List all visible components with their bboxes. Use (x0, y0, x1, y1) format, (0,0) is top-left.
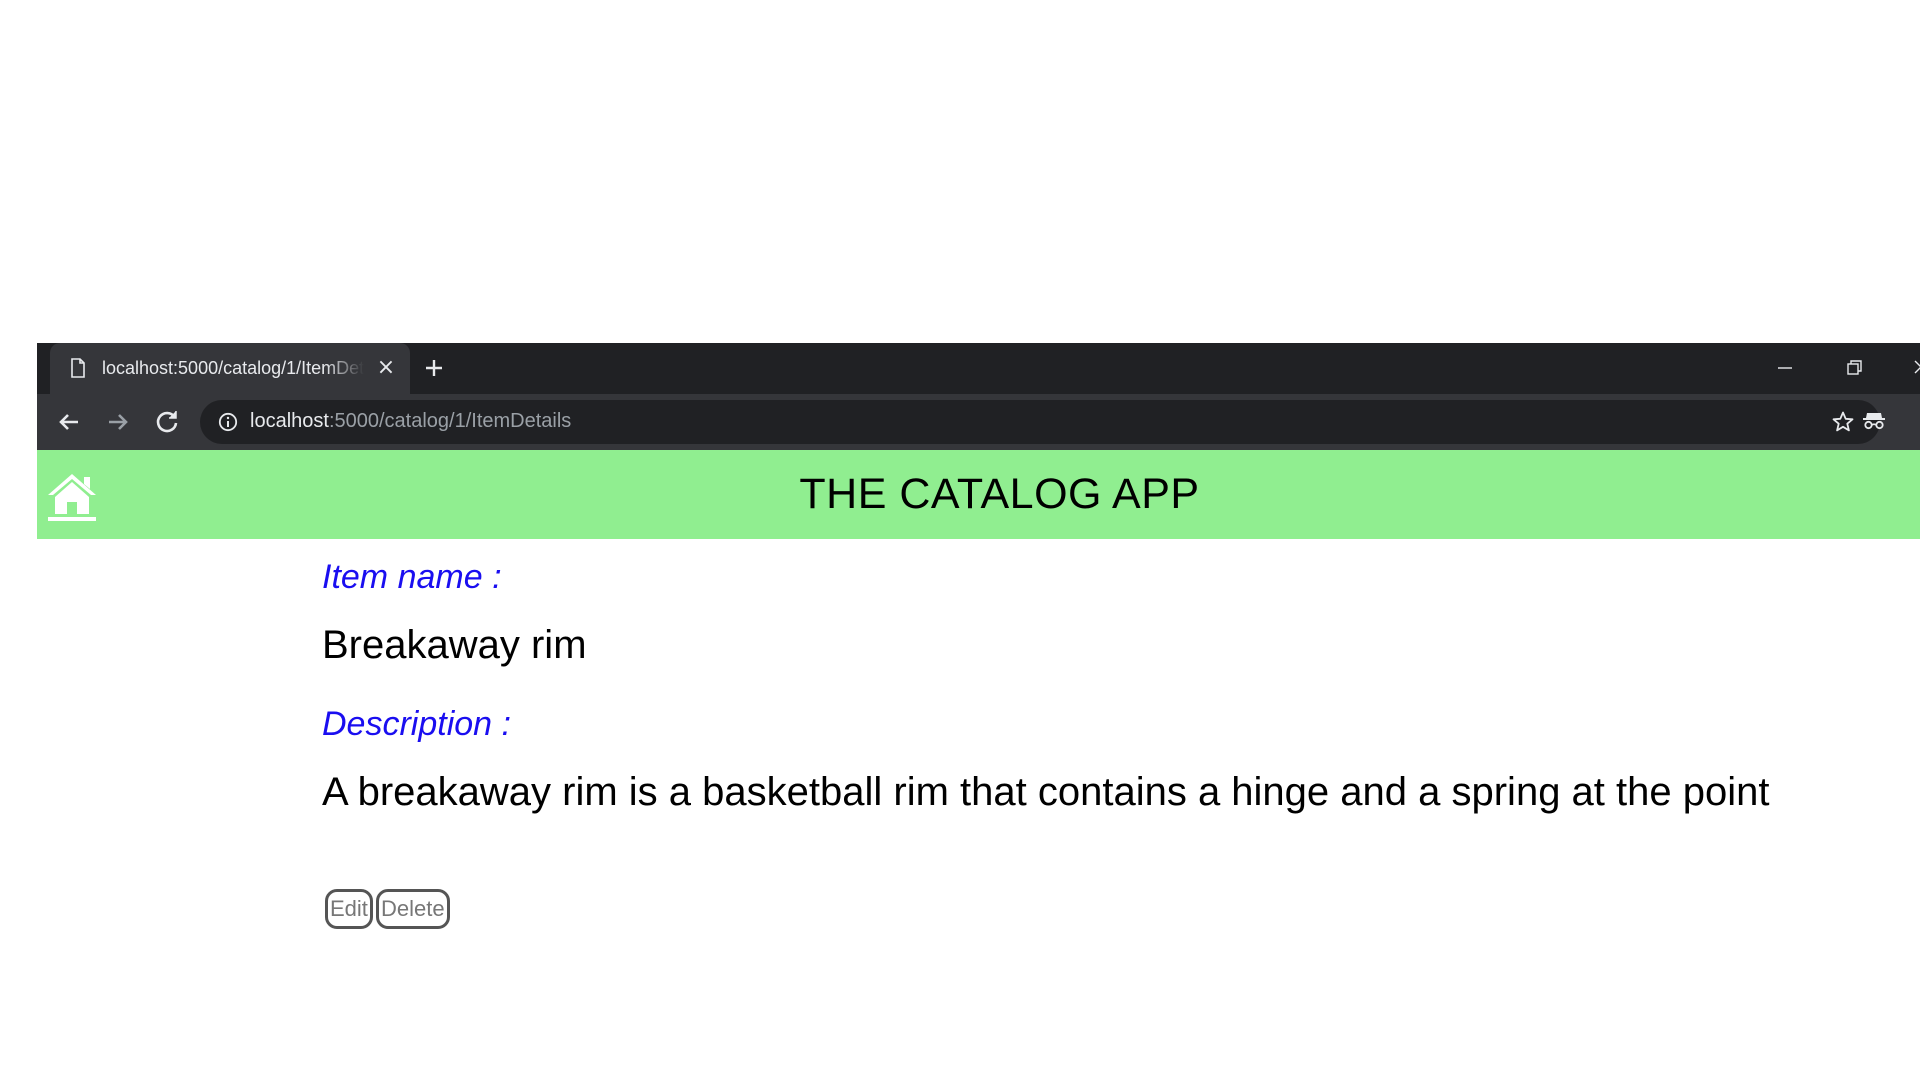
edit-button[interactable]: Edit (325, 889, 373, 929)
new-tab-icon[interactable] (419, 353, 449, 383)
tab-title: localhost:5000/catalog/1/ItemDetails (102, 358, 364, 378)
forward-arrow-icon[interactable] (102, 406, 134, 438)
item-name-label: Item name : (322, 558, 502, 596)
app-title: THE CATALOG APP (799, 470, 1200, 518)
incognito-icon[interactable] (1861, 407, 1887, 433)
window-close-icon[interactable] (1907, 355, 1920, 381)
url-host: localhost (250, 410, 329, 432)
reload-icon[interactable] (151, 406, 183, 438)
tab-strip: localhost:5000/catalog/1/ItemDetails × (37, 343, 1920, 394)
page-content: THE CATALOG APP Item name : Breakaway ri… (37, 450, 1920, 1080)
url-text[interactable]: localhost:5000/catalog/1/ItemDetails (250, 410, 571, 433)
browser-tab[interactable]: localhost:5000/catalog/1/ItemDetails × (50, 343, 410, 394)
item-name-value: Breakaway rim (322, 623, 587, 667)
description-value: A breakaway rim is a basketball rim that… (322, 770, 1770, 814)
browser-toolbar: localhost:5000/catalog/1/ItemDetails (37, 394, 1920, 450)
restore-icon[interactable] (1839, 355, 1869, 381)
delete-button[interactable]: Delete (376, 889, 450, 929)
tab-close-icon[interactable]: × (376, 357, 396, 379)
bookmark-star-icon[interactable] (1831, 410, 1855, 434)
minimize-icon[interactable] (1770, 355, 1800, 381)
file-icon (71, 358, 85, 378)
info-icon[interactable] (218, 412, 238, 432)
url-path: :5000/catalog/1/ItemDetails (328, 410, 572, 432)
app-header: THE CATALOG APP (37, 450, 1920, 539)
description-label: Description : (322, 705, 511, 743)
browser-window: localhost:5000/catalog/1/ItemDetails × l… (37, 343, 1920, 1080)
back-arrow-icon[interactable] (53, 406, 85, 438)
address-bar[interactable]: localhost:5000/catalog/1/ItemDetails (200, 400, 1880, 444)
